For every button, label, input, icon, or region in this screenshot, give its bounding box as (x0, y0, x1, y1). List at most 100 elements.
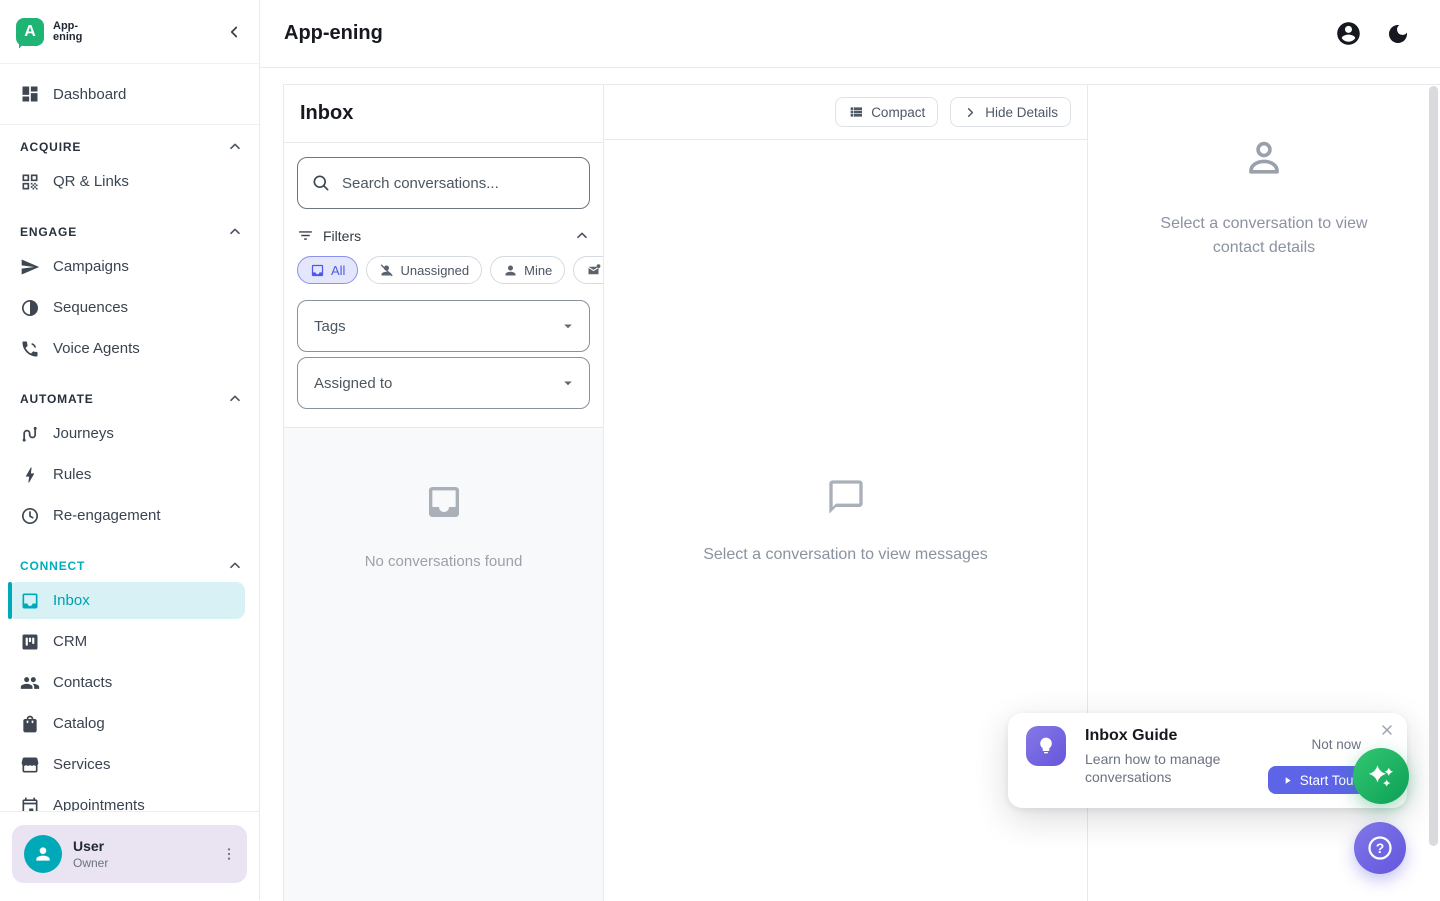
dots-vertical-icon (221, 846, 237, 862)
hide-details-button-label: Hide Details (985, 105, 1058, 120)
search-wrap (297, 157, 590, 209)
ai-assistant-fab[interactable] (1353, 748, 1409, 804)
tags-select[interactable]: Tags (297, 300, 590, 352)
sidebar-item-inbox[interactable]: Inbox (8, 582, 245, 619)
sidebar-collapse-button[interactable] (225, 23, 243, 41)
sidebar-item-voice-agents[interactable]: Voice Agents (0, 328, 259, 369)
lightbulb-icon (1026, 726, 1066, 766)
sidebar-item-crm[interactable]: CRM (0, 621, 259, 662)
send-icon (20, 257, 40, 277)
filters-header[interactable]: Filters (297, 227, 590, 244)
sidebar-item-sequences[interactable]: Sequences (0, 287, 259, 328)
sparkles-icon (1364, 759, 1398, 793)
help-icon: ? (1366, 834, 1394, 862)
hide-details-button[interactable]: Hide Details (950, 97, 1071, 127)
chevron-left-icon (225, 23, 243, 41)
search-icon (311, 173, 331, 198)
filter-icon (297, 227, 314, 244)
sidebar-item-rules[interactable]: Rules (0, 454, 259, 495)
user-menu-button[interactable] (221, 846, 237, 862)
sidebar-item-dashboard[interactable]: Dashboard (0, 72, 259, 116)
details-empty-text: Select a conversation to view contact de… (1144, 212, 1384, 260)
phone-call-icon (20, 339, 40, 359)
section-connect[interactable]: CONNECT (0, 552, 259, 580)
sidebar-nav: Dashboard ACQUIRE QR & Links ENGAGE Camp… (0, 64, 259, 811)
calendar-icon (20, 796, 40, 812)
chip-mine[interactable]: Mine (490, 256, 565, 284)
app-logo: A (16, 18, 44, 46)
app-header: App-ening (260, 0, 1440, 68)
section-acquire[interactable]: ACQUIRE (0, 133, 259, 161)
messages-empty-text: Select a conversation to view messages (703, 546, 988, 564)
storefront-icon (20, 755, 40, 775)
sidebar-item-qr-links[interactable]: QR & Links (0, 161, 259, 202)
chip-label: All (331, 263, 345, 278)
clock-icon (20, 506, 40, 526)
compact-button[interactable]: Compact (835, 97, 938, 127)
mail-unread-icon (586, 263, 601, 278)
chip-label: Mine (524, 263, 552, 278)
filters-label: Filters (323, 228, 361, 244)
tags-select-label: Tags (314, 318, 346, 335)
person-icon (503, 263, 518, 278)
user-meta: User Owner (73, 838, 108, 870)
shopping-bag-icon (20, 714, 40, 734)
svg-text:?: ? (1376, 840, 1385, 856)
chip-unassigned[interactable]: Unassigned (366, 256, 482, 284)
inbox-panel-title: Inbox (284, 85, 603, 143)
search-input[interactable] (297, 157, 590, 209)
help-fab[interactable]: ? (1354, 822, 1406, 874)
scrollbar-thumb[interactable] (1429, 86, 1438, 846)
people-icon (20, 673, 40, 693)
dark-mode-toggle[interactable] (1386, 22, 1410, 46)
account-button[interactable] (1335, 20, 1362, 47)
sidebar-item-label: Services (53, 756, 111, 773)
chip-all[interactable]: All (297, 256, 358, 284)
sidebar-item-label: Journeys (53, 425, 114, 442)
qr-code-icon (20, 172, 40, 192)
not-now-button[interactable]: Not now (1311, 737, 1361, 752)
sidebar-logo-row: A App- ening (0, 0, 259, 64)
sidebar-item-label: Campaigns (53, 258, 129, 275)
avatar (24, 835, 62, 873)
sidebar-item-label: QR & Links (53, 173, 129, 190)
sidebar-item-re-engagement[interactable]: Re-engagement (0, 495, 259, 536)
section-label: ENGAGE (20, 225, 77, 239)
moon-icon (1386, 22, 1410, 46)
close-icon[interactable] (1379, 722, 1395, 738)
user-card[interactable]: User Owner (12, 825, 247, 883)
sidebar-item-appointments[interactable]: Appointments (0, 785, 259, 811)
chip-unread[interactable]: Unread (573, 256, 603, 284)
person-outline-icon (1241, 135, 1287, 186)
dashboard-icon (20, 84, 40, 104)
sidebar-item-campaigns[interactable]: Campaigns (0, 246, 259, 287)
chevron-up-icon (227, 224, 243, 240)
caret-down-icon (559, 374, 577, 392)
sidebar: A App- ening Dashboard ACQUIRE QR & Link… (0, 0, 260, 900)
section-engage[interactable]: ENGAGE (0, 218, 259, 246)
inbox-icon (20, 591, 40, 611)
app-logo-letter: A (24, 23, 36, 41)
sidebar-item-catalog[interactable]: Catalog (0, 703, 259, 744)
assigned-to-select[interactable]: Assigned to (297, 357, 590, 409)
sidebar-item-label: Contacts (53, 674, 112, 691)
filter-chips: All Unassigned Mine Unread (297, 256, 603, 284)
person-icon (33, 844, 53, 864)
chat-bubble-icon (826, 477, 866, 522)
section-automate[interactable]: AUTOMATE (0, 385, 259, 413)
inbox-icon (424, 482, 464, 527)
sidebar-item-label: Sequences (53, 299, 128, 316)
sidebar-item-services[interactable]: Services (0, 744, 259, 785)
list-icon (848, 104, 864, 120)
inbox-guide-toast: Inbox Guide Learn how to manage conversa… (1008, 713, 1407, 808)
sidebar-item-contacts[interactable]: Contacts (0, 662, 259, 703)
sidebar-item-journeys[interactable]: Journeys (0, 413, 259, 454)
user-name: User (73, 838, 108, 854)
header-actions (1335, 20, 1410, 47)
kanban-icon (20, 632, 40, 652)
chevron-right-icon (963, 105, 978, 120)
sidebar-item-label: Inbox (53, 592, 90, 609)
chevron-up-icon (227, 139, 243, 155)
section-label: CONNECT (20, 559, 85, 573)
chevron-up-icon[interactable] (574, 228, 590, 244)
